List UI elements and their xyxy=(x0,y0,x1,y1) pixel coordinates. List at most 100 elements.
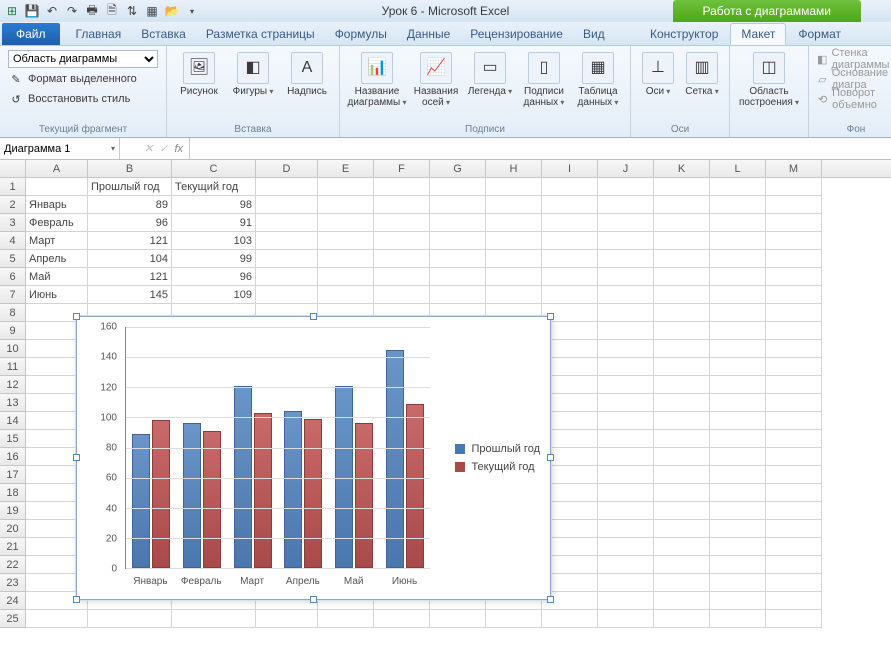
chart-title-button[interactable]: 📊Название диаграммы xyxy=(346,48,408,135)
cell[interactable] xyxy=(766,268,822,286)
cell[interactable] xyxy=(598,214,654,232)
cell[interactable] xyxy=(766,304,822,322)
legend-button[interactable]: ▭Легенда xyxy=(464,48,516,135)
resize-handle[interactable] xyxy=(547,596,554,603)
cell[interactable] xyxy=(710,214,766,232)
data-table-button[interactable]: ▦Таблица данных xyxy=(572,48,624,135)
cell[interactable] xyxy=(374,232,430,250)
chart-wall-button[interactable]: ◧Стенка диаграммы xyxy=(815,50,891,68)
row-header[interactable]: 20 xyxy=(0,520,26,538)
row-header[interactable]: 4 xyxy=(0,232,26,250)
cell[interactable] xyxy=(654,394,710,412)
cell[interactable] xyxy=(598,304,654,322)
bar[interactable] xyxy=(152,420,170,568)
row-header[interactable]: 23 xyxy=(0,574,26,592)
tab-Формулы[interactable]: Формулы xyxy=(325,23,397,45)
cell[interactable] xyxy=(710,592,766,610)
cell[interactable] xyxy=(256,232,318,250)
cell[interactable] xyxy=(654,556,710,574)
cell[interactable] xyxy=(654,538,710,556)
cell[interactable] xyxy=(654,250,710,268)
cell[interactable] xyxy=(256,250,318,268)
cell[interactable] xyxy=(654,286,710,304)
tab-Главная[interactable]: Главная xyxy=(66,23,132,45)
cell[interactable] xyxy=(542,610,598,628)
cell[interactable] xyxy=(374,268,430,286)
row-header[interactable]: 6 xyxy=(0,268,26,286)
cell[interactable]: 96 xyxy=(88,214,172,232)
column-header[interactable]: E xyxy=(318,160,374,177)
column-header[interactable]: L xyxy=(710,160,766,177)
name-box-input[interactable] xyxy=(4,143,94,155)
row-header[interactable]: 22 xyxy=(0,556,26,574)
cell[interactable] xyxy=(318,268,374,286)
cell[interactable] xyxy=(710,448,766,466)
file-tab[interactable]: Файл xyxy=(2,23,60,45)
column-header[interactable]: B xyxy=(88,160,172,177)
cell[interactable] xyxy=(766,520,822,538)
cell[interactable] xyxy=(486,214,542,232)
cell[interactable] xyxy=(598,610,654,628)
cell[interactable] xyxy=(654,610,710,628)
cell[interactable] xyxy=(654,412,710,430)
row-header[interactable]: 3 xyxy=(0,214,26,232)
cell[interactable]: Май xyxy=(26,268,88,286)
row-header[interactable]: 14 xyxy=(0,412,26,430)
cell[interactable] xyxy=(598,502,654,520)
cell[interactable]: 98 xyxy=(172,196,256,214)
column-header[interactable]: C xyxy=(172,160,256,177)
tab-Вставка[interactable]: Вставка xyxy=(131,23,196,45)
cell[interactable] xyxy=(766,556,822,574)
cell[interactable] xyxy=(256,196,318,214)
cell[interactable] xyxy=(654,196,710,214)
cell[interactable] xyxy=(710,196,766,214)
cell[interactable] xyxy=(374,286,430,304)
cell[interactable] xyxy=(710,520,766,538)
picture-button[interactable]: 🖼Рисунок xyxy=(173,48,225,135)
cell[interactable] xyxy=(654,592,710,610)
cell[interactable] xyxy=(598,412,654,430)
plot-area[interactable]: 020406080100120140160 ЯнварьФевральМартА… xyxy=(91,327,430,569)
tab-Данные[interactable]: Данные xyxy=(397,23,460,45)
preview-icon[interactable]: 🗎 xyxy=(104,3,120,19)
cell[interactable] xyxy=(430,286,486,304)
cell[interactable]: 104 xyxy=(88,250,172,268)
gridlines-button[interactable]: ▥Сетка xyxy=(681,48,723,135)
cell[interactable] xyxy=(766,196,822,214)
resize-handle[interactable] xyxy=(547,454,554,461)
cell[interactable] xyxy=(710,250,766,268)
cell[interactable]: 145 xyxy=(88,286,172,304)
cell[interactable] xyxy=(766,232,822,250)
filter-icon[interactable]: ▦ xyxy=(144,3,160,19)
cell[interactable] xyxy=(598,538,654,556)
cell[interactable] xyxy=(598,232,654,250)
cell[interactable] xyxy=(598,430,654,448)
column-header[interactable]: H xyxy=(486,160,542,177)
column-header[interactable]: M xyxy=(766,160,822,177)
bar[interactable] xyxy=(386,350,404,568)
cell[interactable] xyxy=(710,304,766,322)
column-header[interactable]: G xyxy=(430,160,486,177)
cell[interactable] xyxy=(654,178,710,196)
row-header[interactable]: 10 xyxy=(0,340,26,358)
name-box[interactable]: ▾ xyxy=(0,138,120,159)
cell[interactable] xyxy=(710,394,766,412)
cell[interactable] xyxy=(318,196,374,214)
resize-handle[interactable] xyxy=(73,454,80,461)
column-header[interactable]: J xyxy=(598,160,654,177)
cell[interactable] xyxy=(486,232,542,250)
cell[interactable] xyxy=(542,232,598,250)
cell[interactable] xyxy=(766,250,822,268)
cell[interactable] xyxy=(766,394,822,412)
name-box-dropdown-icon[interactable]: ▾ xyxy=(111,144,115,153)
cell[interactable] xyxy=(766,610,822,628)
cell[interactable]: Март xyxy=(26,232,88,250)
bar[interactable] xyxy=(183,423,201,568)
resize-handle[interactable] xyxy=(73,596,80,603)
cell[interactable]: 103 xyxy=(172,232,256,250)
cell[interactable] xyxy=(654,466,710,484)
print-icon[interactable]: 🖶 xyxy=(84,3,100,19)
cell[interactable]: 121 xyxy=(88,268,172,286)
legend-item[interactable]: Прошлый год xyxy=(455,443,540,455)
cell[interactable] xyxy=(256,286,318,304)
